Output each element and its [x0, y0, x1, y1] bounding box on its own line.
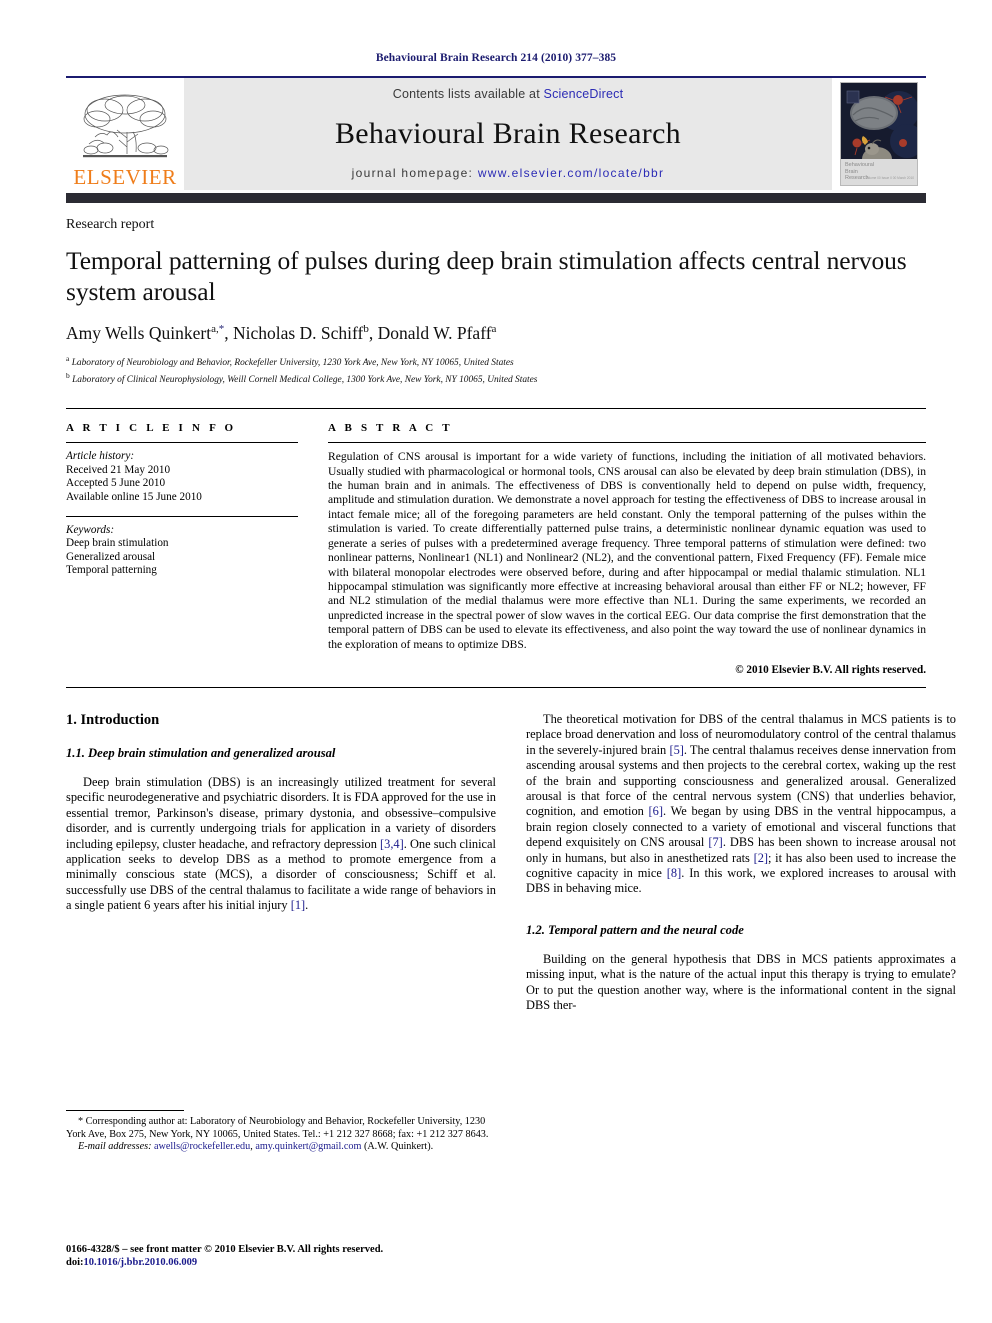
keywords-heading: Keywords:: [66, 523, 115, 536]
elsevier-logo: ELSEVIER: [66, 78, 184, 190]
footnote-tel: Tel.: +1 212 327 8668; fax: +1 212 327 8…: [302, 1128, 489, 1140]
elsevier-tree-icon: [83, 94, 169, 158]
citation-ref[interactable]: [1]: [291, 898, 305, 912]
author-list: Amy Wells Quinkerta,*, Nicholas D. Schif…: [66, 323, 497, 343]
paragraph-intro-1: Deep brain stimulation (DBS) is an incre…: [66, 775, 496, 914]
journal-cover-block: Behavioural Brain Research Volume 00 Iss…: [832, 78, 926, 190]
article-head: Research report Temporal patterning of p…: [66, 203, 926, 386]
citation-ref[interactable]: [5]: [669, 743, 683, 757]
journal-homepage-line: journal homepage: www.elsevier.com/locat…: [352, 166, 665, 180]
keyword-item: Temporal patterning: [66, 564, 157, 577]
article-history-group: Article history: Received 21 May 2010 Ac…: [66, 450, 298, 504]
footnote-email-line: E-mail addresses: awells@rockefeller.edu…: [66, 1141, 496, 1154]
contents-lists-line: Contents lists available at ScienceDirec…: [393, 87, 624, 101]
cover-caption: Behavioural Brain Research Volume 00 Iss…: [841, 159, 917, 185]
email-addresses-label: E-mail addresses:: [78, 1141, 152, 1153]
journal-cover-thumbnail: Behavioural Brain Research Volume 00 Iss…: [840, 82, 918, 186]
footnote-text: * Corresponding author at: Laboratory of…: [66, 1116, 496, 1154]
citation-ref[interactable]: [8]: [667, 866, 681, 880]
heading-1-2: 1.2. Temporal pattern and the neural cod…: [526, 922, 744, 937]
body-column-left: 1. Introduction 1.1. Deep brain stimulat…: [66, 712, 496, 1014]
imprint-block: 0166-4328/$ – see front matter © 2010 El…: [66, 1243, 526, 1269]
imprint-frontmatter: 0166-4328/$ – see front matter © 2010 El…: [66, 1244, 384, 1255]
affiliation-text-b: Laboratory of Clinical Neurophysiology, …: [72, 374, 538, 385]
abstract-text: Regulation of CNS arousal is important f…: [328, 450, 926, 651]
affiliation-marker-a: a: [66, 354, 70, 363]
abstract-column: A B S T R A C T Regulation of CNS arousa…: [328, 422, 926, 676]
abstract-bottom-rule: [66, 686, 926, 688]
corresponding-author-footnote: * Corresponding author at: Laboratory of…: [66, 1110, 496, 1154]
paragraph-intro-2: The theoretical motivation for DBS of th…: [526, 712, 956, 897]
running-head: Behavioural Brain Research 214 (2010) 37…: [375, 52, 617, 64]
heading-1-1: 1.1. Deep brain stimulation and generali…: [66, 745, 336, 760]
affiliation-a: a Laboratory of Neurobiology and Behavio…: [66, 353, 926, 370]
article-info-column: A R T I C L E I N F O Article history: R…: [66, 422, 298, 676]
sciencedirect-link[interactable]: ScienceDirect: [544, 87, 624, 101]
affiliation-b: b Laboratory of Clinical Neurophysiology…: [66, 370, 926, 387]
masthead-center: Contents lists available at ScienceDirec…: [184, 78, 832, 190]
paragraph-intro-3: Building on the general hypothesis that …: [526, 951, 956, 1013]
affiliation-text-a: Laboratory of Neurobiology and Behavior,…: [71, 358, 514, 369]
article-history-item: Received 21 May 2010: [66, 463, 171, 476]
homepage-prefix: journal homepage:: [351, 166, 478, 180]
article-history-item: Available online 15 June 2010: [66, 491, 202, 504]
para-text: .: [305, 898, 309, 913]
citation-ref[interactable]: [2]: [754, 851, 768, 865]
footnote-rule: [66, 1110, 184, 1111]
affiliation-marker-b: b: [66, 370, 70, 380]
article-info-rule: [66, 442, 298, 444]
journal-masthead: ELSEVIER Contents lists available at Sci…: [66, 76, 926, 190]
masthead-dark-bar: [66, 193, 926, 203]
cover-caption-volume: Volume 00 Issue 0 00 March 2010: [865, 175, 914, 180]
abstract-label: A B S T R A C T: [328, 422, 453, 435]
abstract-rule: [328, 442, 926, 444]
email-link-primary[interactable]: awells@rockefeller.edu: [154, 1141, 250, 1152]
citation-ref[interactable]: [6]: [649, 804, 663, 818]
keyword-item: Deep brain stimulation: [66, 537, 169, 550]
paper-page: Behavioural Brain Research 214 (2010) 37…: [0, 0, 992, 1323]
email-owner: (A.W. Quinkert).: [363, 1141, 434, 1153]
abstract-copyright: © 2010 Elsevier B.V. All rights reserved…: [735, 663, 926, 676]
heading-introduction: 1. Introduction: [66, 711, 160, 728]
body-column-right: The theoretical motivation for DBS of th…: [526, 712, 956, 1014]
journal-title: Behavioural Brain Research: [334, 116, 681, 150]
keyword-item: Generalized arousal: [66, 550, 156, 563]
keywords-rule: [66, 515, 298, 517]
doi-link[interactable]: 10.1016/j.bbr.2010.06.009: [84, 1257, 198, 1268]
elsevier-wordmark: ELSEVIER: [73, 165, 177, 189]
doi-label: doi:: [66, 1257, 84, 1268]
imprint-doi-line: doi:10.1016/j.bbr.2010.06.009: [66, 1256, 526, 1269]
article-history-heading: Article history:: [66, 450, 135, 463]
article-type-kicker: Research report: [66, 217, 155, 232]
body-columns: 1. Introduction 1.1. Deep brain stimulat…: [66, 712, 956, 1014]
article-history-item: Accepted 5 June 2010: [66, 477, 166, 490]
citation-ref[interactable]: [3,4]: [380, 837, 404, 851]
page-title: Temporal patterning of pulses during dee…: [66, 246, 907, 306]
journal-homepage-link[interactable]: www.elsevier.com/locate/bbr: [478, 166, 665, 180]
contents-prefix: Contents lists available at: [392, 87, 544, 101]
email-link-secondary[interactable]: amy.quinkert@gmail.com: [255, 1141, 361, 1152]
info-abstract-band: A R T I C L E I N F O Article history: R…: [66, 408, 926, 676]
citation-ref[interactable]: [7]: [708, 835, 722, 849]
keywords-group: Keywords: Deep brain stimulation General…: [66, 524, 298, 578]
article-info-label: A R T I C L E I N F O: [66, 422, 237, 435]
footnote-corresponding-line: * Corresponding author at: Laboratory of…: [66, 1116, 496, 1141]
